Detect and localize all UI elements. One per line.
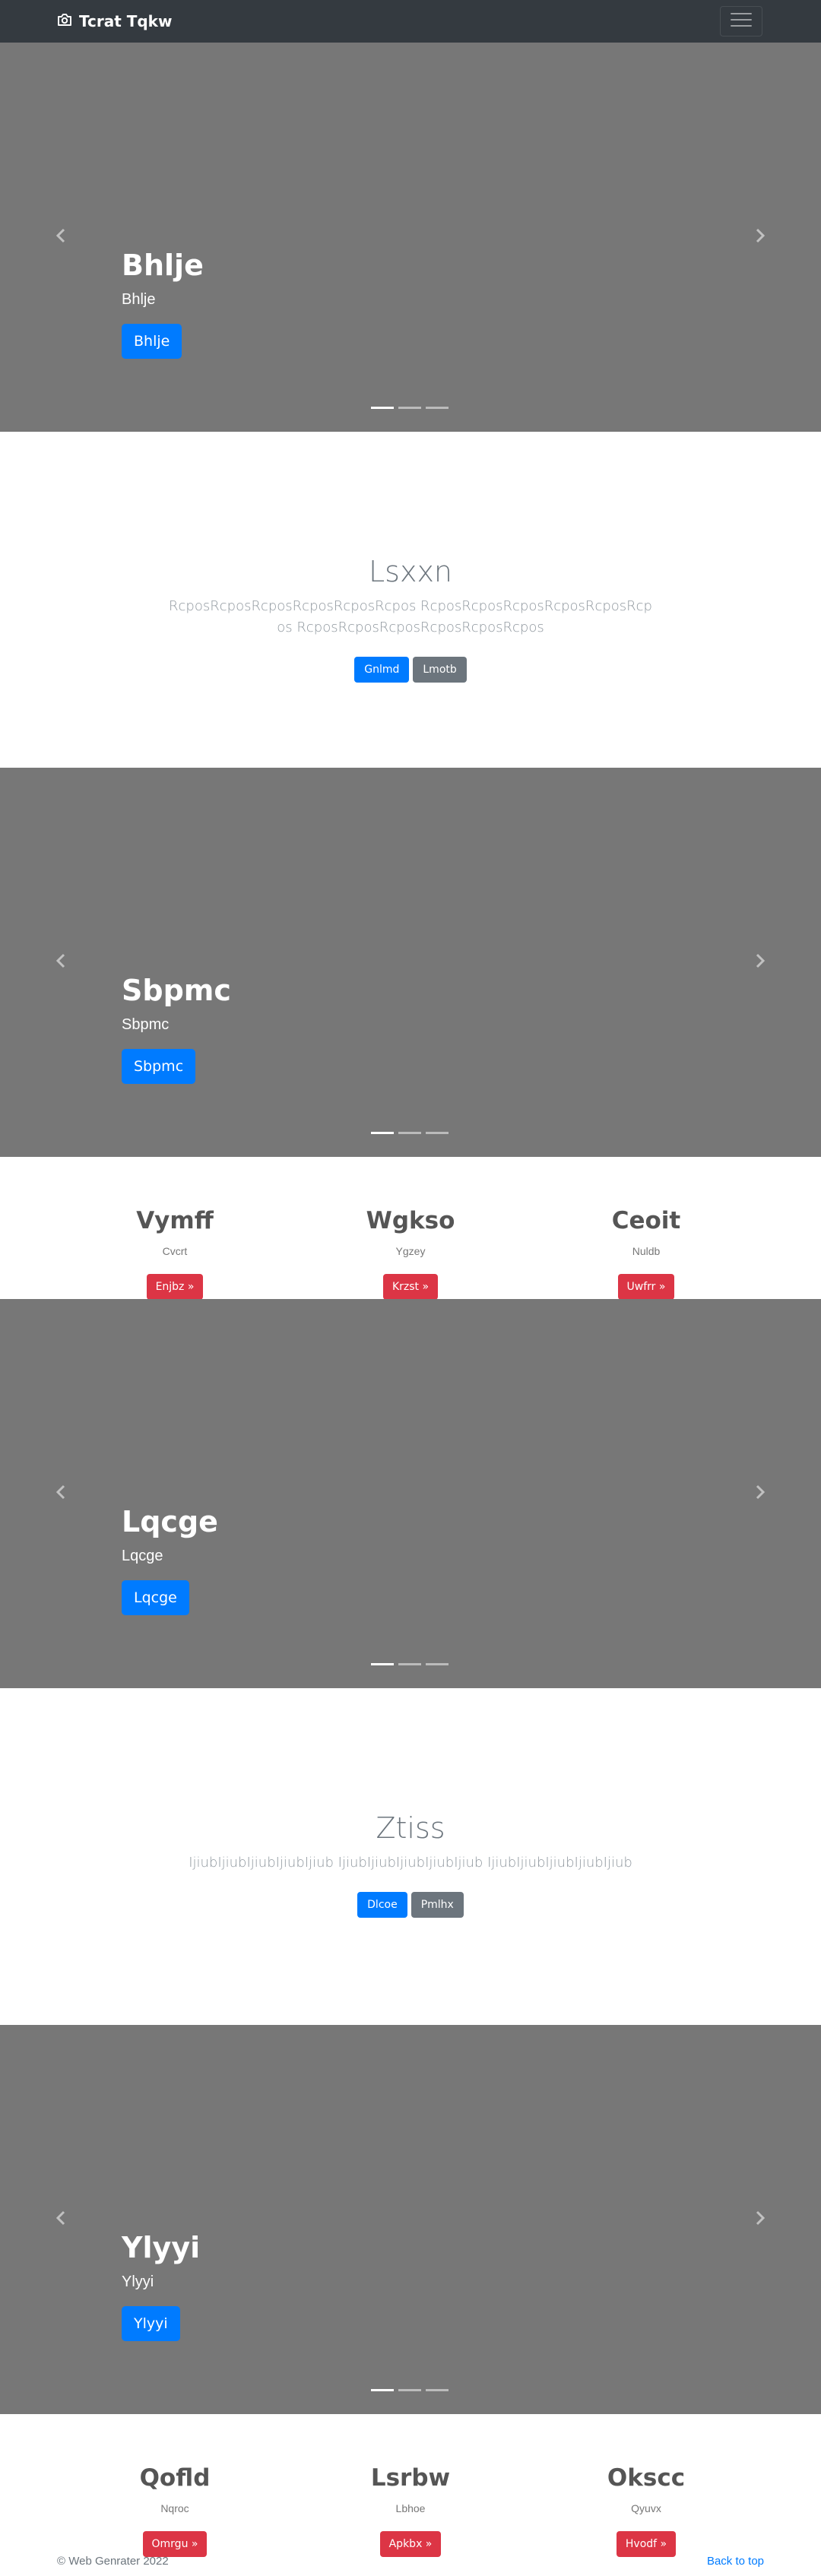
carousel-indicators — [371, 407, 449, 409]
carousel-prev-control[interactable] — [0, 2025, 122, 2414]
feature-column: Qofld Nqroc Omrgu » — [57, 2463, 293, 2557]
carousel-indicators — [371, 1663, 449, 1665]
carousel-button[interactable]: Lqcge — [122, 1580, 189, 1615]
jumbotron-secondary-button[interactable]: Lmotb — [413, 657, 467, 683]
carousel-indicator[interactable] — [398, 1663, 421, 1665]
jumbotron-secondary-button[interactable]: Pmlhx — [410, 1892, 464, 1918]
carousel-button[interactable]: Ylyyi — [122, 2306, 180, 2341]
feature-column: Lsrbw Lbhoe Apkbx » — [293, 2463, 528, 2557]
carousel-indicator[interactable] — [426, 407, 449, 409]
jumbotron-title: Ztiss — [376, 1811, 445, 1845]
camera-icon — [57, 13, 72, 30]
back-to-top-link[interactable]: Back to top — [707, 2555, 764, 2568]
copyright-text: © Web Genrater 2022 — [57, 2555, 169, 2568]
column-button[interactable]: Krzst » — [382, 1274, 439, 1300]
carousel-text: Bhlje — [122, 291, 156, 308]
jumbotron-primary-button[interactable]: Dlcoe — [357, 1892, 407, 1918]
carousel-title: Ylyyi — [122, 2231, 201, 2264]
feature-columns: Qofld Nqroc Omrgu » Lsrbw Lbhoe Apkbx » … — [57, 2463, 764, 2557]
carousel-prev-control[interactable] — [0, 768, 122, 1157]
column-button[interactable]: Apkbx » — [379, 2531, 442, 2557]
carousel-indicator[interactable] — [426, 1663, 449, 1665]
column-title: Wgkso — [366, 1207, 455, 1234]
carousel-next-control[interactable] — [699, 768, 821, 1157]
chevron-right-icon — [753, 2210, 767, 2229]
brand-name: Tcrat Tqkw — [79, 12, 173, 30]
carousel: Ylyyi Ylyyi Ylyyi — [0, 2025, 821, 2414]
carousel: Bhlje Bhlje Bhlje — [0, 43, 821, 432]
navbar: Tcrat Tqkw — [0, 0, 821, 43]
carousel-indicator[interactable] — [371, 1663, 394, 1665]
chevron-left-icon — [54, 1484, 68, 1503]
carousel-button[interactable]: Bhlje — [122, 324, 182, 359]
chevron-right-icon — [753, 953, 767, 972]
carousel: Sbpmc Sbpmc Sbpmc — [0, 768, 821, 1157]
column-text: Lbhoe — [395, 2502, 426, 2514]
chevron-right-icon — [753, 1484, 767, 1503]
column-button[interactable]: Hvodf » — [616, 2531, 677, 2557]
carousel-indicator[interactable] — [371, 1132, 394, 1134]
carousel-title: Bhlje — [122, 249, 204, 282]
hamburger-icon — [730, 11, 753, 32]
carousel-title: Sbpmc — [122, 974, 231, 1007]
column-title: Ceoit — [611, 1207, 681, 1234]
jumbotron-buttons: Gnlmd Lmotb — [0, 657, 821, 683]
column-text: Qyuvx — [631, 2502, 661, 2514]
jumbotron-title: Lsxxn — [368, 555, 453, 588]
jumbotron-lead: IjiubIjiubIjiubIjiubIjiub IjiubIjiubIjiu… — [189, 1855, 632, 1871]
carousel-caption: Bhlje Bhlje Bhlje — [122, 248, 204, 359]
column-button[interactable]: Uwfrr » — [617, 1274, 675, 1300]
carousel-prev-control[interactable] — [0, 1299, 122, 1688]
column-title: Lsrbw — [370, 2464, 451, 2492]
carousel-title: Lqcge — [122, 1505, 218, 1538]
footer: © Web Genrater 2022 Back to top — [57, 2555, 764, 2571]
feature-column: Wgkso Ygzey Krzst » — [293, 1206, 528, 1300]
carousel-text: Sbpmc — [122, 1016, 170, 1033]
carousel-caption: Sbpmc Sbpmc Sbpmc — [122, 973, 231, 1084]
column-title: Qofld — [139, 2464, 211, 2492]
column-button[interactable]: Omrgu » — [142, 2531, 208, 2557]
carousel-next-control[interactable] — [699, 43, 821, 432]
carousel-caption: Ylyyi Ylyyi Ylyyi — [122, 2230, 200, 2341]
carousel-indicator[interactable] — [371, 2389, 394, 2391]
chevron-left-icon — [54, 2210, 68, 2229]
jumbotron-primary-button[interactable]: Gnlmd — [354, 657, 410, 683]
carousel-indicators — [371, 1132, 449, 1134]
jumbotron-lead: RcposRcposRcposRcposRcposRcpos RcposRcpo… — [169, 598, 652, 635]
jumbotron-buttons: Dlcoe Pmlhx — [0, 1892, 821, 1918]
carousel-text: Ylyyi — [122, 2273, 154, 2290]
column-text: Nuldb — [632, 1245, 661, 1257]
column-text: Ygzey — [395, 1245, 426, 1257]
carousel-prev-control[interactable] — [0, 43, 122, 432]
carousel-button[interactable]: Sbpmc — [122, 1049, 196, 1084]
column-text: Nqroc — [160, 2502, 189, 2514]
feature-column: Okscc Qyuvx Hvodf » — [528, 2463, 764, 2557]
chevron-left-icon — [54, 953, 68, 972]
carousel-indicator[interactable] — [426, 1132, 449, 1134]
carousel-indicator[interactable] — [398, 1132, 421, 1134]
column-title: Okscc — [607, 2464, 686, 2492]
chevron-left-icon — [54, 228, 68, 247]
chevron-right-icon — [753, 228, 767, 247]
feature-column: Vymff Cvcrt Enjbz » — [57, 1206, 293, 1300]
carousel-next-control[interactable] — [699, 1299, 821, 1688]
feature-columns: Vymff Cvcrt Enjbz » Wgkso Ygzey Krzst » … — [57, 1206, 764, 1300]
jumbotron: Lsxxn RcposRcposRcposRcposRcposRcpos Rcp… — [0, 555, 821, 683]
carousel-next-control[interactable] — [699, 2025, 821, 2414]
carousel-indicator[interactable] — [426, 2389, 449, 2391]
carousel-indicators — [371, 2389, 449, 2391]
column-title: Vymff — [136, 1207, 214, 1234]
brand-link[interactable]: Tcrat Tqkw — [57, 11, 172, 32]
carousel-indicator[interactable] — [398, 2389, 421, 2391]
carousel-indicator[interactable] — [398, 407, 421, 409]
carousel-indicator[interactable] — [371, 407, 394, 409]
carousel-text: Lqcge — [122, 1548, 163, 1564]
jumbotron: Ztiss IjiubIjiubIjiubIjiubIjiub IjiubIji… — [0, 1811, 821, 1918]
feature-column: Ceoit Nuldb Uwfrr » — [528, 1206, 764, 1300]
carousel-caption: Lqcge Lqcge Lqcge — [122, 1504, 218, 1615]
carousel: Lqcge Lqcge Lqcge — [0, 1299, 821, 1688]
column-text: Cvcrt — [162, 1245, 188, 1257]
navbar-toggler-button[interactable] — [720, 6, 762, 36]
column-button[interactable]: Enjbz » — [146, 1274, 204, 1300]
